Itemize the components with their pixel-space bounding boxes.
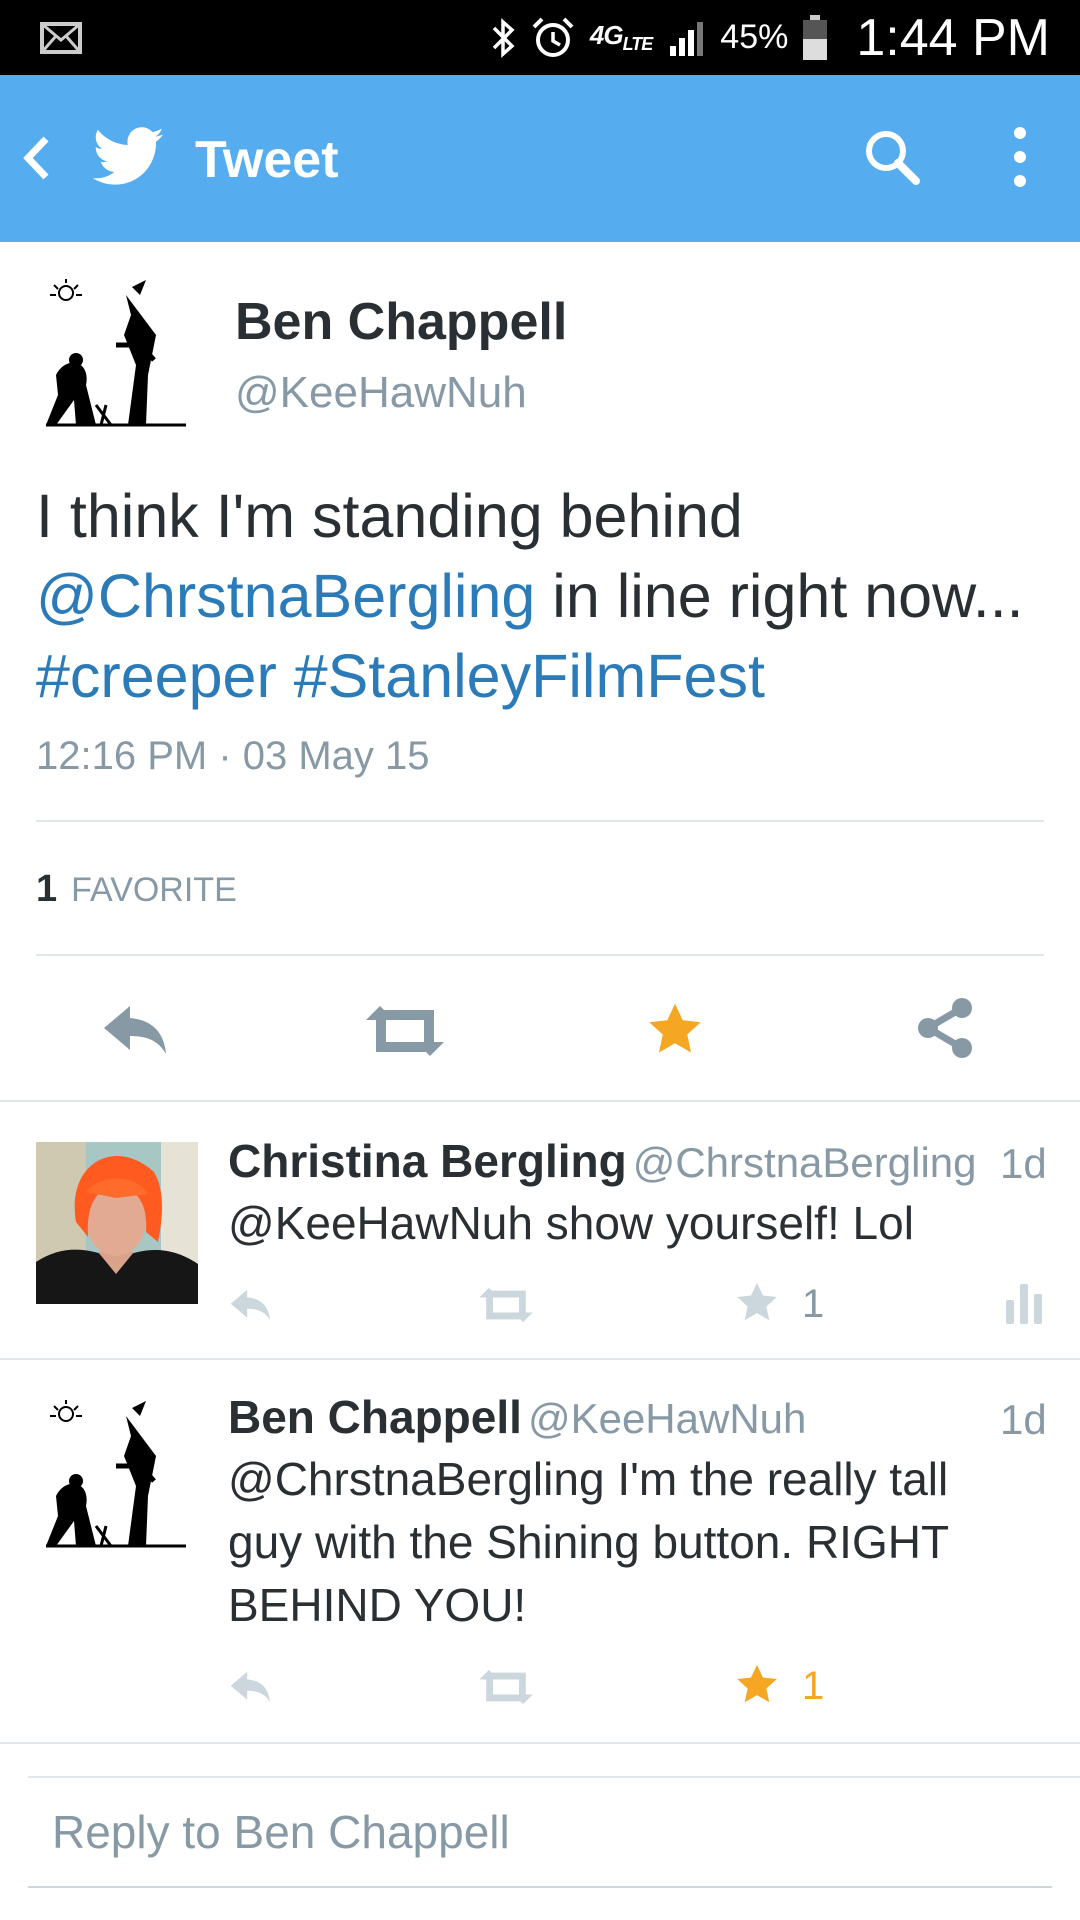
reply-input[interactable] <box>50 1796 1034 1868</box>
signal-icon <box>670 21 704 56</box>
favorite-star-icon[interactable] <box>734 1662 780 1708</box>
divider <box>36 820 1044 822</box>
back-arrow-icon[interactable] <box>18 133 54 183</box>
reply-author-handle[interactable]: @KeeHawNuh <box>528 1395 806 1442</box>
mention-link[interactable]: @ChrstnaBergling <box>36 562 535 630</box>
reply-author-name[interactable]: Christina Bergling <box>228 1135 627 1187</box>
reply-text-line: BEHIND YOU! <box>228 1579 527 1631</box>
mail-icon <box>40 22 82 54</box>
tweet-timestamp: 12:16 PM · 03 May 15 <box>36 734 430 778</box>
tweet-text-line1: I think I'm standing behind <box>36 482 743 550</box>
reply-icon[interactable] <box>228 1668 274 1706</box>
reply-text: @ChrstnaBergling I'm the really tall guy… <box>228 1448 1058 1637</box>
battery-percent: 45% <box>720 18 789 56</box>
favorite-star-icon[interactable] <box>644 1000 706 1060</box>
divider <box>0 1100 1080 1102</box>
reply-text-line: guy with the Shining button. RIGHT <box>228 1516 950 1568</box>
favorite-count: 1 <box>802 1664 825 1708</box>
search-icon[interactable] <box>860 125 924 189</box>
divider <box>36 954 1044 956</box>
tweet-text-rest: in line right now... <box>535 562 1024 630</box>
reply-text-line: @ChrstnaBergling I'm the really tall <box>228 1453 949 1505</box>
avatar[interactable] <box>36 1142 198 1304</box>
network-type: 4GLTE <box>589 19 653 55</box>
twitter-bird-icon <box>92 127 164 185</box>
reply-icon[interactable] <box>100 1000 172 1060</box>
hashtag-link[interactable]: #StanleyFilmFest <box>294 642 765 710</box>
reply-author-handle[interactable]: @ChrstnaBergling <box>633 1139 977 1186</box>
reply-age: 1d <box>1000 1396 1047 1443</box>
favorite-summary[interactable]: 1 FAVORITE <box>36 868 237 911</box>
reply-author[interactable]: Ben Chappell @KeeHawNuh <box>228 1390 806 1444</box>
divider <box>28 1776 1080 1778</box>
reply-text: @KeeHawNuh show yourself! Lol <box>228 1192 1058 1255</box>
reply-icon[interactable] <box>228 1286 274 1324</box>
avatar[interactable] <box>36 1396 196 1556</box>
divider <box>0 1358 1080 1360</box>
battery-icon <box>803 14 828 60</box>
tweet-text: I think I'm standing behind @ChrstnaBerg… <box>36 476 1046 716</box>
analytics-icon[interactable] <box>1004 1282 1044 1324</box>
author-name[interactable]: Ben Chappell <box>235 292 567 352</box>
bluetooth-icon <box>492 17 515 58</box>
retweet-icon[interactable] <box>478 1286 534 1324</box>
clock: 1:44 PM <box>856 8 1050 67</box>
favorite-star-icon[interactable] <box>734 1280 780 1326</box>
status-bar: 4GLTE 45% 1:44 PM <box>0 0 1080 75</box>
favorite-count: 1 <box>36 868 58 910</box>
avatar[interactable] <box>36 275 196 435</box>
reply-composer[interactable] <box>28 1782 1052 1888</box>
more-vert-icon[interactable] <box>1010 125 1030 189</box>
app-bar: Tweet <box>0 75 1080 242</box>
retweet-icon[interactable] <box>364 1004 446 1058</box>
retweet-icon[interactable] <box>478 1668 534 1706</box>
alarm-icon <box>532 17 574 57</box>
hashtag-link[interactable]: #creeper <box>36 642 277 710</box>
author-handle[interactable]: @KeeHawNuh <box>235 368 527 418</box>
divider <box>0 1742 1080 1744</box>
reply-author-name[interactable]: Ben Chappell <box>228 1391 522 1443</box>
favorite-label: FAVORITE <box>71 871 237 909</box>
reply-text-line: @KeeHawNuh show yourself! Lol <box>228 1197 914 1249</box>
reply-author[interactable]: Christina Bergling @ChrstnaBergling <box>228 1134 977 1188</box>
share-icon[interactable] <box>914 996 976 1060</box>
page-title: Tweet <box>195 131 339 189</box>
reply-age: 1d <box>1000 1140 1047 1187</box>
favorite-count: 1 <box>802 1282 825 1326</box>
